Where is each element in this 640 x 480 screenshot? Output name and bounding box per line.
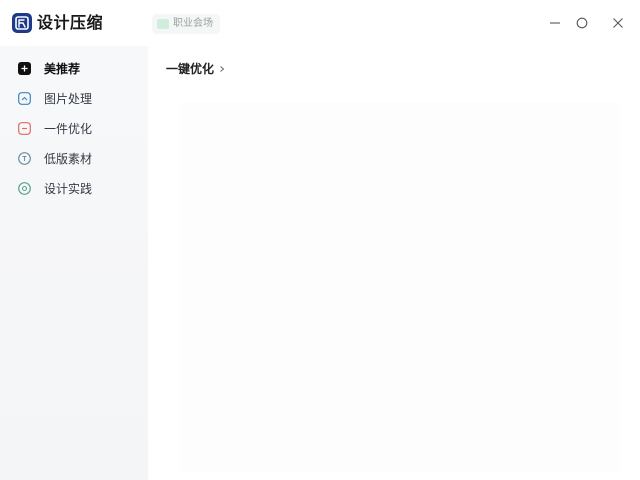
sidebar-item-material[interactable]: 低版素材 — [8, 146, 140, 172]
sidebar-item-image-process[interactable]: 图片处理 — [8, 86, 140, 112]
content-area — [180, 102, 620, 472]
minimize-button[interactable] — [546, 14, 564, 32]
recommend-icon — [18, 62, 31, 75]
maximize-button[interactable] — [573, 14, 591, 32]
maximize-icon — [576, 17, 588, 29]
sidebar-item-label: 设计实践 — [44, 182, 93, 196]
app-title: 设计压缩 — [37, 13, 104, 32]
chevron-right-icon — [220, 66, 225, 72]
sidebar-item-label: 美推荐 — [44, 62, 81, 76]
main-content: 一键优化 — [148, 46, 640, 480]
material-icon — [18, 152, 31, 165]
close-icon — [613, 18, 623, 28]
practice-icon — [18, 182, 31, 195]
vip-icon — [157, 19, 169, 29]
breadcrumb-label: 一键优化 — [166, 62, 215, 76]
vip-badge[interactable]: 职业会场 — [152, 14, 220, 34]
sidebar-item-label: 低版素材 — [44, 152, 93, 166]
minimize-icon — [550, 22, 560, 24]
sidebar-item-recommend[interactable]: 美推荐 — [8, 56, 140, 82]
image-process-icon — [18, 92, 31, 105]
sidebar-item-label: 图片处理 — [44, 92, 93, 106]
optimize-icon — [18, 122, 31, 135]
sidebar-item-label: 一件优化 — [44, 122, 93, 136]
app-logo-icon — [12, 13, 32, 33]
title-bar: 设计压缩 职业会场 — [0, 0, 640, 46]
vip-badge-label: 职业会场 — [173, 18, 213, 29]
breadcrumb[interactable]: 一键优化 — [166, 60, 226, 78]
app-window: 设计压缩 职业会场 美推荐 图片处理 一件优化 低版素材 设计实践 一键优化 — [0, 0, 640, 480]
sidebar-item-optimize[interactable]: 一件优化 — [8, 116, 140, 142]
sidebar: 美推荐 图片处理 一件优化 低版素材 设计实践 — [0, 46, 148, 480]
close-button[interactable] — [609, 14, 627, 32]
sidebar-item-practice[interactable]: 设计实践 — [8, 176, 140, 202]
